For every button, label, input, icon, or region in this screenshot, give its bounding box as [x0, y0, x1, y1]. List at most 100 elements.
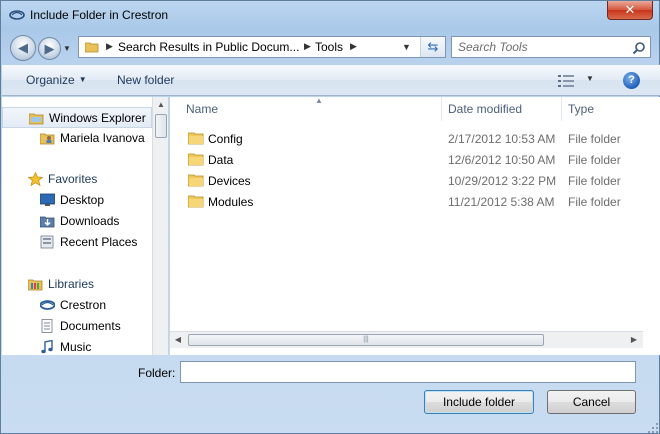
folder-icon: [85, 42, 99, 53]
breadcrumb-tools[interactable]: Tools: [315, 40, 343, 54]
search-icon[interactable]: [632, 41, 646, 55]
scroll-up-icon[interactable]: ▲: [153, 97, 168, 113]
dialog-window: Include Folder in Crestron ✕ ◀ ▶ ▼ ▶ Sea…: [0, 0, 660, 434]
scroll-left-icon[interactable]: ◀: [170, 332, 186, 348]
back-arrow-icon: ◀: [18, 40, 28, 55]
column-header-type[interactable]: Type: [562, 97, 652, 121]
nav-pane-scrollbar[interactable]: ▲: [152, 97, 168, 355]
navigation-pane: Windows Explorer Mariela Ivanova Favorit…: [2, 97, 169, 355]
nav-item-documents[interactable]: Documents: [2, 316, 152, 337]
recent-places-icon: [40, 235, 54, 249]
recent-locations-dropdown-icon[interactable]: ▼: [63, 44, 71, 53]
folder-icon: [188, 153, 204, 166]
address-bar[interactable]: ▶ Search Results in Public Docum... ▶ To…: [78, 36, 446, 58]
organize-menu[interactable]: Organize ▼: [26, 73, 87, 87]
scrollbar-thumb[interactable]: |||: [188, 334, 544, 346]
details-view-icon: [558, 75, 574, 87]
help-button[interactable]: ?: [623, 72, 640, 89]
file-name: Config: [208, 132, 243, 146]
breadcrumb-separator-icon[interactable]: ▶: [304, 41, 311, 52]
file-name: Devices: [208, 174, 251, 188]
refresh-button[interactable]: ⇆: [420, 37, 445, 57]
nav-item-label: Desktop: [60, 193, 105, 207]
music-icon: [41, 340, 53, 354]
column-header-date-modified[interactable]: Date modified: [442, 97, 562, 121]
column-header-label: Type: [568, 102, 595, 116]
table-row[interactable]: Modules 11/21/2012 5:38 AM File folder: [184, 191, 644, 212]
table-row[interactable]: Config 2/17/2012 10:53 AM File folder: [184, 128, 644, 149]
file-date-modified: 11/21/2012 5:38 AM: [448, 195, 555, 209]
address-dropdown-icon[interactable]: ▼: [402, 42, 411, 52]
search-box[interactable]: Search Tools: [451, 36, 651, 58]
folder-icon: [188, 174, 204, 187]
column-header-name[interactable]: Name ▲: [180, 96, 442, 121]
file-type: File folder: [568, 195, 621, 209]
scrollbar-thumb[interactable]: [155, 114, 167, 138]
nav-item-label: Music: [60, 340, 92, 354]
file-date-modified: 12/6/2012 10:50 AM: [448, 153, 556, 167]
breadcrumb-separator-icon[interactable]: ▶: [106, 41, 113, 52]
file-list: Name ▲ Date modified Type Config 2/17/20…: [170, 96, 660, 355]
close-button[interactable]: ✕: [607, 1, 653, 20]
nav-item-label: Mariela Ivanova: [60, 131, 145, 145]
chevron-down-icon: ▼: [586, 74, 594, 83]
nav-item-desktop[interactable]: Desktop: [2, 190, 152, 211]
forward-arrow-icon: ▶: [44, 40, 55, 56]
crestron-app-icon: [9, 10, 25, 20]
forward-button[interactable]: ▶: [38, 37, 61, 60]
nav-item-label: Documents: [60, 319, 121, 333]
libraries-icon: [28, 279, 43, 291]
new-folder-button[interactable]: New folder: [117, 73, 174, 87]
nav-item-label: Downloads: [60, 214, 120, 228]
downloads-icon: [40, 216, 55, 228]
command-toolbar: Organize ▼ New folder ▼ ?: [2, 65, 660, 96]
file-name: Data: [208, 153, 234, 167]
scroll-right-icon[interactable]: ▶: [626, 332, 642, 348]
column-header-label: Name: [186, 102, 219, 116]
back-button[interactable]: ◀: [10, 35, 36, 61]
folder-label: Folder:: [138, 366, 176, 380]
explorer-icon: [29, 113, 44, 125]
table-row[interactable]: Devices 10/29/2012 3:22 PM File folder: [184, 170, 644, 191]
cancel-button[interactable]: Cancel: [547, 390, 636, 414]
search-input[interactable]: Search Tools: [458, 40, 528, 54]
nav-item-music[interactable]: Music: [2, 337, 152, 355]
user-folder-icon: [40, 133, 55, 145]
file-type: File folder: [568, 174, 621, 188]
crestron-library-icon: [40, 300, 55, 310]
refresh-icon: ⇆: [427, 39, 439, 54]
file-name: Modules: [208, 195, 254, 209]
file-date-modified: 10/29/2012 3:22 PM: [448, 174, 557, 188]
nav-item-label: Recent Places: [60, 235, 138, 249]
nav-item-label: Windows Explorer: [49, 111, 146, 125]
nav-item-user[interactable]: Mariela Ivanova: [2, 128, 152, 149]
resize-grip-icon[interactable]: [647, 422, 659, 434]
include-folder-button[interactable]: Include folder: [424, 390, 534, 414]
nav-item-downloads[interactable]: Downloads: [2, 211, 152, 232]
nav-item-crestron[interactable]: Crestron: [2, 295, 152, 316]
horizontal-scrollbar[interactable]: ◀ ||| ▶: [170, 331, 643, 348]
folder-input[interactable]: [180, 361, 636, 383]
breadcrumb-separator-icon[interactable]: ▶: [350, 41, 357, 52]
file-type: File folder: [568, 153, 621, 167]
folder-icon: [188, 132, 204, 145]
nav-item-favorites[interactable]: Favorites: [2, 169, 152, 190]
desktop-icon: [40, 193, 55, 206]
file-type: File folder: [568, 132, 621, 146]
chevron-down-icon: ▼: [78, 75, 87, 84]
table-row[interactable]: Data 12/6/2012 10:50 AM File folder: [184, 149, 644, 170]
nav-item-label: Crestron: [60, 298, 107, 312]
window-title: Include Folder in Crestron: [30, 8, 169, 22]
nav-item-recent-places[interactable]: Recent Places: [2, 232, 152, 253]
change-view-button[interactable]: ▼: [558, 72, 596, 90]
folder-icon: [188, 195, 204, 208]
nav-item-libraries[interactable]: Libraries: [2, 274, 152, 295]
file-date-modified: 2/17/2012 10:53 AM: [448, 132, 556, 146]
nav-item-windows-explorer[interactable]: Windows Explorer: [2, 107, 152, 128]
organize-label: Organize: [26, 73, 75, 87]
star-icon: [28, 172, 43, 186]
documents-icon: [41, 319, 53, 333]
breadcrumb-search-results[interactable]: Search Results in Public Docum...: [118, 40, 299, 54]
column-header-label: Date modified: [448, 102, 523, 116]
sort-ascending-icon: ▲: [315, 96, 323, 105]
